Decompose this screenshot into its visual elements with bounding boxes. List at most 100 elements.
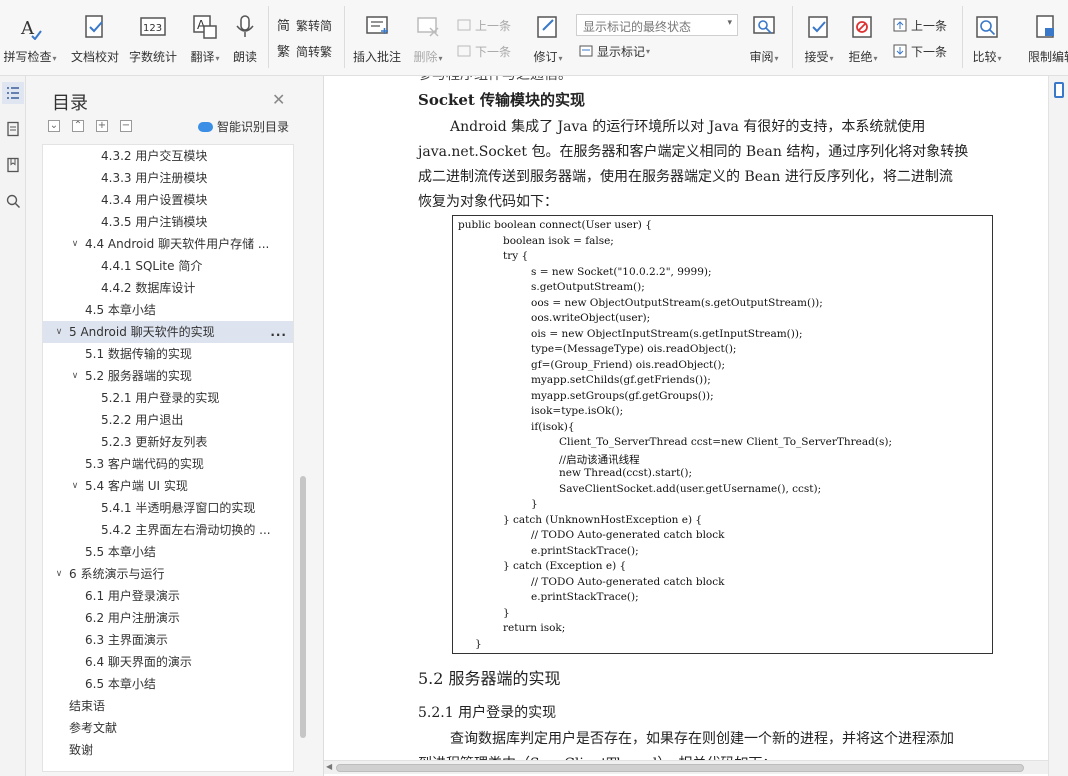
bookmark-icon: [7, 157, 19, 173]
find-panel-button[interactable]: [2, 190, 24, 212]
toc-panel: 目录 ✕ ⌄ ⌃ + − 智能识别目录 4.3.2 用户交互模块 4.3.3 用…: [26, 76, 324, 776]
chevron-down-icon: ▾: [774, 54, 779, 63]
toc-toggle-button[interactable]: [2, 82, 24, 104]
toc-item[interactable]: 结束语: [43, 695, 293, 717]
chevron-down-icon: ▾: [646, 46, 651, 56]
bookmark-panel-button[interactable]: [2, 154, 24, 176]
show-markup-button[interactable]: 显示标记 ▾: [578, 40, 650, 62]
toc-item[interactable]: 致谢: [43, 739, 293, 761]
toc-item[interactable]: ∨ 5.4 客户端 UI 实现: [43, 475, 293, 497]
compare-button[interactable]: 比较▾: [966, 8, 1008, 68]
toc-item[interactable]: 4.3.5 用户注销模块: [43, 211, 293, 233]
body-text: Android 集成了 Java 的运行环境所以对 Java 有很好的支持，本系…: [450, 119, 926, 135]
next-comment-button[interactable]: 下一条: [456, 40, 511, 62]
toc-item[interactable]: 6.5 本章小结: [43, 673, 293, 695]
read-aloud-button[interactable]: 朗读: [228, 8, 262, 68]
comment-marker-icon[interactable]: [1054, 82, 1064, 98]
remove-heading-icon[interactable]: −: [120, 120, 132, 132]
toc-item[interactable]: 4.5 本章小结: [43, 299, 293, 321]
toc-item[interactable]: 5.4.2 主界面左右滑动切换的 ...: [43, 519, 293, 541]
toc-item[interactable]: ∨ 5.2 服务器端的实现: [43, 365, 293, 387]
toc-item-selected[interactable]: ∨ 5 Android 聊天软件的实现...: [43, 321, 293, 343]
revise-button[interactable]: 修订▾: [528, 8, 568, 68]
prev-comment-button[interactable]: 上一条: [456, 14, 511, 36]
accept-button[interactable]: 接受▾: [798, 8, 840, 68]
chevron-down-icon: ▾: [438, 54, 443, 63]
chevron-down-icon[interactable]: ∨: [69, 475, 81, 497]
toc-item[interactable]: 5.1 数据传输的实现: [43, 343, 293, 365]
expand-all-icon[interactable]: ⌃: [72, 120, 84, 132]
toc-item[interactable]: 5.2.1 用户登录的实现: [43, 387, 293, 409]
chevron-down-icon: ▾: [215, 54, 220, 63]
body-text: 恢复为对象代码如下：: [418, 194, 558, 210]
toc-item[interactable]: 参考文献: [43, 717, 293, 739]
toc-item[interactable]: 5.4.1 半透明悬浮窗口的实现: [43, 497, 293, 519]
cloud-ai-icon: [198, 121, 213, 132]
close-icon[interactable]: ✕: [272, 90, 285, 109]
toc-item[interactable]: ∨ 6 系统演示与运行: [43, 563, 293, 585]
delete-comment-icon: [417, 17, 439, 37]
toc-item[interactable]: 6.2 用户注册演示: [43, 607, 293, 629]
toc-item[interactable]: 5.2.3 更新好友列表: [43, 431, 293, 453]
chevron-down-icon[interactable]: ∨: [53, 321, 65, 343]
toc-item[interactable]: 5.3 客户端代码的实现: [43, 453, 293, 475]
more-options-icon[interactable]: ...: [270, 321, 287, 343]
traditional-to-simplified-button[interactable]: 简 繁转简: [277, 14, 332, 36]
right-side-strip: [1048, 76, 1068, 776]
doc-proof-button[interactable]: 文档校对: [68, 8, 122, 68]
scroll-left-icon[interactable]: ◀: [326, 762, 332, 771]
scrollbar-thumb[interactable]: [336, 764, 1024, 772]
collapse-all-icon[interactable]: ⌄: [48, 120, 60, 132]
insert-comment-button[interactable]: 插入批注: [350, 8, 404, 68]
code-line: if(isok){: [531, 420, 575, 433]
svg-text:123: 123: [143, 23, 162, 34]
simplified-to-traditional-button[interactable]: 繁 简转繁: [277, 40, 332, 62]
toc-item[interactable]: 6.3 主界面演示: [43, 629, 293, 651]
horizontal-scrollbar[interactable]: ◀: [324, 760, 1048, 774]
code-line: }: [475, 637, 482, 650]
code-line: e.printStackTrace();: [531, 544, 639, 557]
prev-change-button[interactable]: 上一条: [892, 14, 947, 36]
toc-item[interactable]: 6.4 聊天界面的演示: [43, 651, 293, 673]
toc-item[interactable]: 4.4.2 数据库设计: [43, 277, 293, 299]
toc-item[interactable]: 4.3.2 用户交互模块: [43, 145, 293, 167]
chevron-down-icon[interactable]: ∨: [69, 233, 81, 255]
next-change-button[interactable]: 下一条: [892, 40, 947, 62]
spell-check-icon: A: [20, 18, 42, 40]
toc-item[interactable]: ∨ 4.4 Android 聊天软件用户存储 ...: [43, 233, 293, 255]
toc-item[interactable]: 4.3.3 用户注册模块: [43, 167, 293, 189]
next-change-icon: [893, 44, 907, 58]
pages-panel-button[interactable]: [2, 118, 24, 140]
review-button[interactable]: 审阅▾: [744, 8, 784, 68]
delete-comment-button[interactable]: 删除▾: [408, 8, 448, 68]
reject-icon: [852, 16, 872, 38]
toc-item[interactable]: 5.5 本章小结: [43, 541, 293, 563]
restrict-edit-button[interactable]: 限制编辑: [1024, 8, 1068, 68]
toc-item[interactable]: 5.2.2 用户退出: [43, 409, 293, 431]
toc-item[interactable]: 6.1 用户登录演示: [43, 585, 293, 607]
chevron-down-icon[interactable]: ∨: [53, 563, 65, 585]
compare-icon: [976, 16, 998, 38]
section-heading: Socket 传输模块的实现: [418, 91, 586, 109]
toc-scrollbar[interactable]: [300, 476, 306, 738]
toolbar-divider: [344, 6, 345, 68]
code-line: s = new Socket("10.0.2.2", 9999);: [531, 265, 712, 278]
translate-button[interactable]: A 翻译▾: [184, 8, 226, 68]
svg-text:简: 简: [277, 18, 290, 33]
word-count-button[interactable]: 123 字数统计: [126, 8, 180, 68]
toc-title: 目录: [52, 93, 88, 114]
code-line: // TODO Auto-generated catch block: [531, 575, 725, 588]
chevron-down-icon: ▾: [997, 54, 1002, 63]
review-toolbar: A 拼写检查▾ 文档校对 123 字数统计 A 翻译▾ 朗读 简 繁转简 繁 简…: [0, 0, 1068, 76]
chevron-down-icon: ▾: [829, 54, 834, 63]
chevron-down-icon[interactable]: ∨: [69, 365, 81, 387]
add-heading-icon[interactable]: +: [96, 120, 108, 132]
next-comment-icon: [457, 45, 471, 57]
toc-item[interactable]: 4.3.4 用户设置模块: [43, 189, 293, 211]
code-line: public boolean connect(User user) {: [458, 219, 652, 231]
toc-item[interactable]: 4.4.1 SQLite 简介: [43, 255, 293, 277]
spell-check-button[interactable]: A 拼写检查▾: [0, 8, 60, 68]
markup-state-select[interactable]: 显示标记的最终状态 ▾: [576, 14, 738, 36]
reject-button[interactable]: 拒绝▾: [842, 8, 884, 68]
ai-toc-button[interactable]: 智能识别目录: [198, 118, 289, 135]
